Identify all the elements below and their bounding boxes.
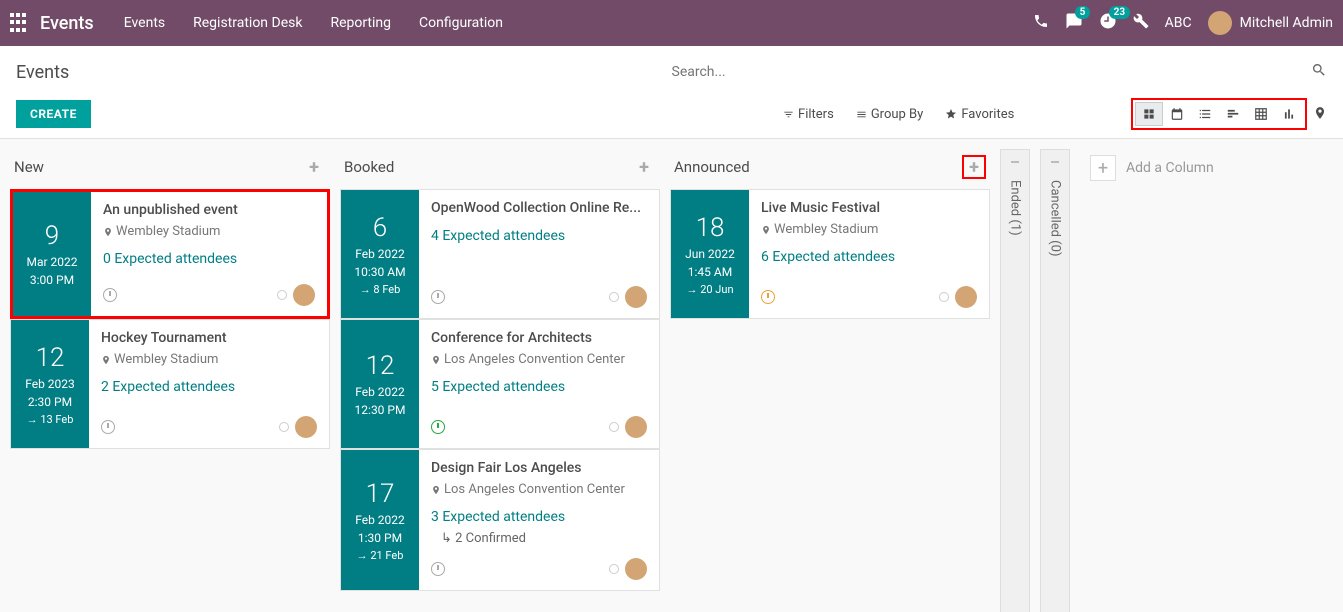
- card-title: Live Music Festival: [761, 200, 977, 216]
- event-card[interactable]: 9Mar 20223:00 PM An unpublished event Wem…: [10, 189, 330, 319]
- topbar: Events Events Registration Desk Reportin…: [0, 0, 1343, 46]
- column-title: New: [14, 158, 44, 176]
- user-avatar-icon: [1208, 11, 1232, 35]
- add-column-plus-icon[interactable]: +: [1090, 155, 1116, 181]
- menu-configuration[interactable]: Configuration: [419, 15, 503, 31]
- event-card[interactable]: 12Feb 202212:30 PM Conference for Archite…: [340, 319, 660, 449]
- card-attendees: 0 Expected attendees: [103, 251, 315, 267]
- card-date-block: 6Feb 202210:30 AM→ 8 Feb: [341, 190, 419, 318]
- card-attendees: 5 Expected attendees: [431, 379, 647, 395]
- activity-clock-icon[interactable]: [431, 562, 445, 576]
- column-add-icon[interactable]: +: [962, 155, 986, 179]
- messages-icon[interactable]: 5: [1065, 12, 1083, 34]
- gantt-view-icon[interactable]: [1219, 102, 1247, 126]
- card-date-block: 17Feb 20221:30 PM→ 21 Feb: [341, 450, 419, 590]
- card-title: Hockey Tournament: [101, 330, 317, 346]
- card-title: Design Fair Los Angeles: [431, 460, 647, 476]
- assignee-avatar-icon[interactable]: [955, 286, 977, 308]
- activities-badge: 23: [1109, 6, 1130, 19]
- activity-clock-icon[interactable]: [431, 420, 445, 434]
- top-menu: Events Registration Desk Reporting Confi…: [124, 15, 503, 31]
- search-icon[interactable]: [1311, 62, 1327, 82]
- kanban-board: New +9Mar 20223:00 PM An unpublished event…: [0, 139, 1343, 612]
- kanban-column: Booked +6Feb 202210:30 AM→ 8 Feb OpenWood …: [340, 149, 660, 591]
- menu-events[interactable]: Events: [124, 15, 165, 31]
- pivot-view-icon[interactable]: [1247, 102, 1275, 126]
- kanban-column: New +9Mar 20223:00 PM An unpublished event…: [10, 149, 330, 449]
- card-location: Wembley Stadium: [761, 222, 977, 237]
- card-location: Wembley Stadium: [103, 224, 315, 239]
- priority-dot-icon[interactable]: [277, 290, 287, 300]
- card-title: Conference for Architects: [431, 330, 647, 346]
- search-input[interactable]: [672, 58, 1312, 86]
- column-title: Booked: [344, 158, 394, 176]
- card-location: Los Angeles Convention Center: [431, 482, 647, 497]
- card-location: Wembley Stadium: [101, 352, 317, 367]
- company-selector[interactable]: ABC: [1165, 15, 1192, 31]
- event-card[interactable]: 17Feb 20221:30 PM→ 21 Feb Design Fair Los…: [340, 449, 660, 591]
- kanban-view-icon[interactable]: [1135, 102, 1163, 126]
- card-attendees: 6 Expected attendees: [761, 249, 977, 265]
- card-date-block: 9Mar 20223:00 PM: [13, 192, 91, 316]
- add-column-label: Add a Column: [1126, 160, 1214, 176]
- event-card[interactable]: 12Feb 20232:30 PM→ 13 Feb Hockey Tourname…: [10, 319, 330, 449]
- app-brand: Events: [40, 13, 94, 34]
- assignee-avatar-icon[interactable]: [625, 286, 647, 308]
- card-confirmed: ↳ 2 Confirmed: [441, 531, 647, 546]
- user-menu[interactable]: Mitchell Admin: [1208, 11, 1333, 35]
- column-add-icon[interactable]: +: [302, 155, 326, 179]
- favorites-button[interactable]: Favorites: [945, 107, 1014, 122]
- priority-dot-icon[interactable]: [939, 292, 949, 302]
- assignee-avatar-icon[interactable]: [293, 284, 315, 306]
- priority-dot-icon[interactable]: [279, 422, 289, 432]
- assignee-avatar-icon[interactable]: [625, 558, 647, 580]
- menu-reporting[interactable]: Reporting: [330, 15, 391, 31]
- graph-view-icon[interactable]: [1275, 102, 1303, 126]
- apps-menu-icon[interactable]: [10, 13, 30, 33]
- card-date-block: 12Feb 20232:30 PM→ 13 Feb: [11, 320, 89, 448]
- activity-clock-icon[interactable]: [101, 420, 115, 434]
- card-attendees: 4 Expected attendees: [431, 228, 647, 244]
- collapsed-column[interactable]: Ended (1): [1000, 149, 1030, 612]
- priority-dot-icon[interactable]: [609, 292, 619, 302]
- card-date-block: 12Feb 202212:30 PM: [341, 320, 419, 448]
- priority-dot-icon[interactable]: [609, 564, 619, 574]
- add-column[interactable]: + Add a Column: [1080, 149, 1333, 187]
- collapsed-column[interactable]: Cancelled (0): [1040, 149, 1070, 612]
- user-name: Mitchell Admin: [1240, 15, 1333, 31]
- map-view-icon[interactable]: [1313, 105, 1327, 124]
- control-panel: Events CREATE Filters Group By Favorites: [0, 46, 1343, 139]
- assignee-avatar-icon[interactable]: [625, 416, 647, 438]
- calendar-view-icon[interactable]: [1163, 102, 1191, 126]
- card-location: Los Angeles Convention Center: [431, 352, 647, 367]
- menu-registration-desk[interactable]: Registration Desk: [193, 15, 302, 31]
- card-date-block: 18Jun 20221:45 AM→ 20 Jun: [671, 190, 749, 318]
- view-switcher: [1131, 98, 1307, 130]
- kanban-column: Announced +18Jun 20221:45 AM→ 20 Jun Live …: [670, 149, 990, 319]
- activity-clock-icon[interactable]: [103, 288, 117, 302]
- event-card[interactable]: 6Feb 202210:30 AM→ 8 Feb OpenWood Collect…: [340, 189, 660, 319]
- card-attendees: 3 Expected attendees: [431, 509, 647, 525]
- column-title: Announced: [674, 158, 750, 176]
- column-add-icon[interactable]: +: [632, 155, 656, 179]
- create-button[interactable]: CREATE: [16, 100, 91, 128]
- priority-dot-icon[interactable]: [609, 422, 619, 432]
- messages-badge: 5: [1075, 6, 1091, 19]
- activities-icon[interactable]: 23: [1099, 12, 1117, 34]
- activity-clock-icon[interactable]: [431, 290, 445, 304]
- assignee-avatar-icon[interactable]: [295, 416, 317, 438]
- card-attendees: 2 Expected attendees: [101, 379, 317, 395]
- phone-icon[interactable]: [1033, 13, 1049, 33]
- event-card[interactable]: 18Jun 20221:45 AM→ 20 Jun Live Music Fest…: [670, 189, 990, 319]
- page-title: Events: [16, 62, 672, 83]
- activity-clock-icon[interactable]: [761, 290, 775, 304]
- collapsed-label: Cancelled (0): [1048, 156, 1063, 256]
- card-title: An unpublished event: [103, 202, 315, 218]
- card-title: OpenWood Collection Online Re...: [431, 200, 647, 216]
- debug-icon[interactable]: [1133, 13, 1149, 33]
- filters-button[interactable]: Filters: [783, 107, 834, 122]
- list-view-icon[interactable]: [1191, 102, 1219, 126]
- groupby-button[interactable]: Group By: [856, 107, 924, 122]
